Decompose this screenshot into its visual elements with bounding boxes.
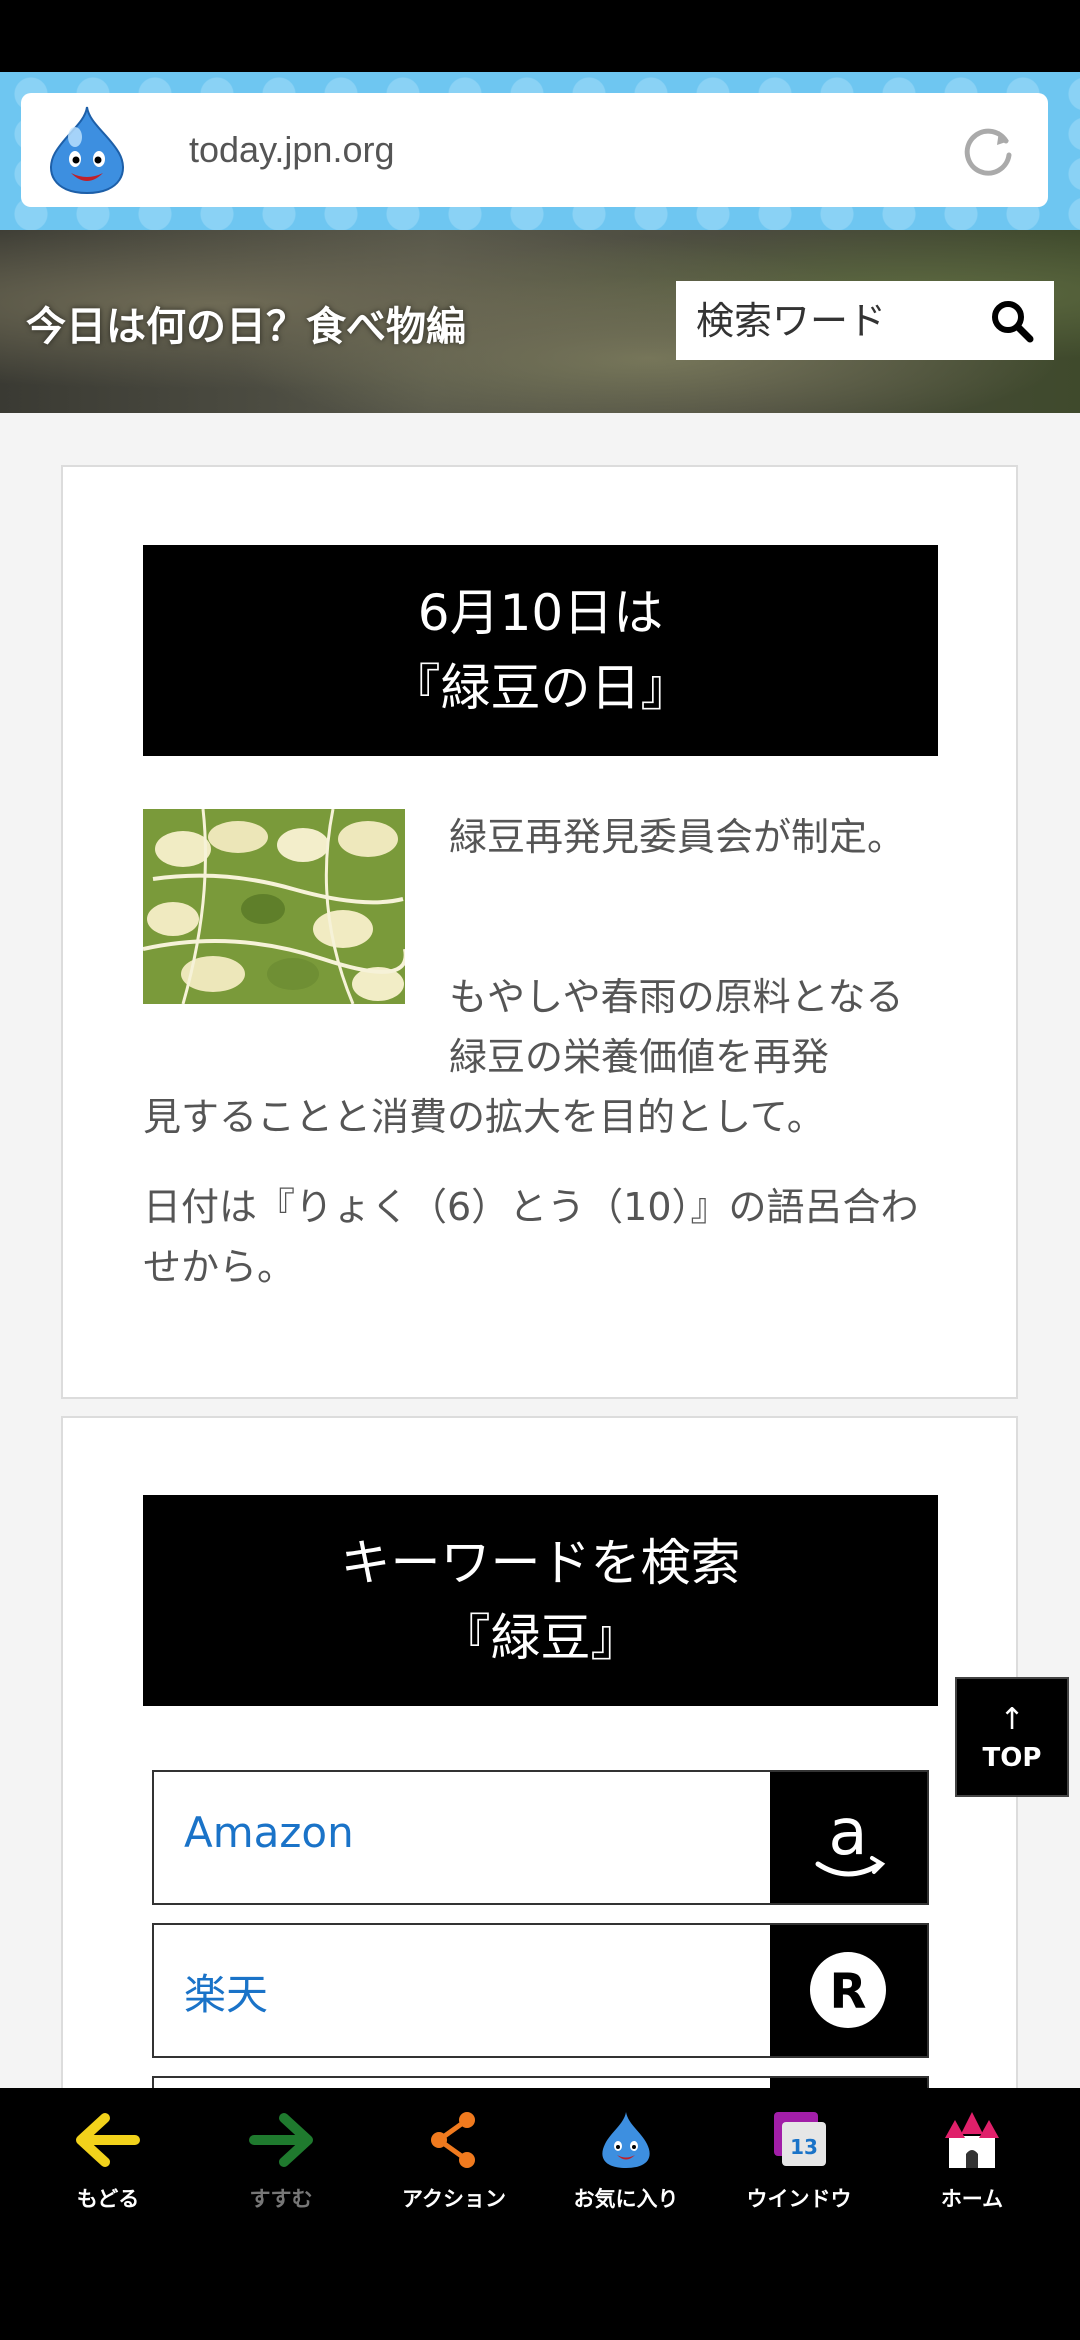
amazon-label[interactable]: Amazon bbox=[184, 1808, 354, 1857]
article-title-line1: 6月10日は bbox=[417, 583, 664, 642]
rakuten-icon: R bbox=[810, 1952, 886, 2028]
window-count-badge: 13 bbox=[790, 2135, 818, 2159]
keyword-search-card: キーワードを検索 『緑豆』 Amazon a 楽天 R bbox=[61, 1416, 1018, 2088]
nav-forward-label: すすむ bbox=[249, 2187, 313, 2211]
search-box bbox=[676, 281, 1054, 360]
share-icon bbox=[431, 2112, 475, 2168]
nav-forward[interactable]: すすむ bbox=[195, 2088, 367, 2238]
keyword-title: キーワードを検索 『緑豆』 bbox=[143, 1495, 938, 1706]
site-header: 今日は何の日？食べ物編 bbox=[0, 230, 1080, 413]
nav-window[interactable]: 13 ウインドウ bbox=[713, 2088, 885, 2238]
up-arrow-icon: ↑ bbox=[999, 1702, 1025, 1737]
slime-logo-icon[interactable] bbox=[35, 101, 139, 201]
nav-action[interactable]: アクション bbox=[368, 2088, 540, 2238]
forward-arrow-icon bbox=[249, 2113, 313, 2167]
status-bar bbox=[0, 0, 1080, 72]
shop-badge-3[interactable] bbox=[770, 2078, 927, 2088]
article-title: 6月10日は 『緑豆の日』 bbox=[143, 545, 938, 756]
rakuten-badge[interactable]: R bbox=[770, 1925, 927, 2056]
castle-home-icon bbox=[945, 2112, 999, 2168]
article-title-line2: 『緑豆の日』 bbox=[390, 658, 691, 717]
browser-toolbar: today.jpn.org bbox=[0, 72, 1080, 230]
rakuten-label[interactable]: 楽天 bbox=[184, 1961, 268, 2022]
nav-favorites[interactable]: お気に入り bbox=[540, 2088, 712, 2238]
nav-window-label: ウインドウ bbox=[746, 2187, 852, 2211]
amazon-link[interactable]: Amazon a bbox=[152, 1770, 929, 1905]
url-bar[interactable]: today.jpn.org bbox=[21, 93, 1048, 207]
favorites-slime-icon bbox=[602, 2112, 650, 2168]
svg-text:R: R bbox=[830, 1964, 867, 2020]
nav-back[interactable]: もどる bbox=[22, 2088, 194, 2238]
nav-favorites-label: お気に入り bbox=[573, 2187, 679, 2211]
nav-back-label: もどる bbox=[76, 2187, 140, 2211]
amazon-badge[interactable]: a bbox=[770, 1772, 927, 1903]
article-card: 6月10日は 『緑豆の日』 緑豆再発見委員会が制定。 もやしや春雨の原料となる緑… bbox=[61, 465, 1018, 1399]
nav-home[interactable]: ホーム bbox=[886, 2088, 1058, 2238]
reload-icon[interactable] bbox=[959, 121, 1017, 179]
article-desc-2b: 見することと消費の拡大を目的として。 bbox=[143, 1095, 825, 1139]
svg-text:a: a bbox=[828, 1796, 867, 1870]
mung-bean-sprouts-image bbox=[143, 809, 405, 1004]
article-desc-2: もやしや春雨の原料となる緑豆の栄養価値を再発 bbox=[449, 975, 904, 1079]
nav-action-label: アクション bbox=[402, 2187, 506, 2211]
keyword-title-line2: 『緑豆』 bbox=[440, 1608, 641, 1667]
article-desc-1: 緑豆再発見委員会が制定。 bbox=[449, 815, 906, 859]
search-input[interactable] bbox=[676, 281, 976, 360]
rakuten-link[interactable]: 楽天 R bbox=[152, 1923, 929, 2058]
keyword-title-line1: キーワードを検索 bbox=[340, 1533, 741, 1592]
top-label: TOP bbox=[982, 1743, 1042, 1773]
shop-link-3[interactable] bbox=[152, 2076, 929, 2088]
nav-home-label: ホーム bbox=[940, 2187, 1004, 2211]
scroll-top-button[interactable]: ↑ TOP bbox=[955, 1677, 1069, 1797]
amazon-icon: a bbox=[815, 1796, 886, 1877]
system-nav-area bbox=[0, 2238, 1080, 2340]
search-icon[interactable] bbox=[990, 299, 1034, 343]
url-text[interactable]: today.jpn.org bbox=[189, 129, 394, 171]
article-desc-3: 日付は『りょく（6）とう（10）』の語呂合わせから。 bbox=[143, 1185, 919, 1289]
page-content: 6月10日は 『緑豆の日』 緑豆再発見委員会が制定。 もやしや春雨の原料となる緑… bbox=[0, 413, 1080, 2088]
back-arrow-icon bbox=[76, 2113, 140, 2167]
window-icon: 13 bbox=[774, 2112, 826, 2166]
site-title[interactable]: 今日は何の日？食べ物編 bbox=[26, 294, 466, 352]
bottom-nav: もどる すすむ アクション お気に入り 13 ウインドウ ホーム bbox=[0, 2088, 1080, 2238]
